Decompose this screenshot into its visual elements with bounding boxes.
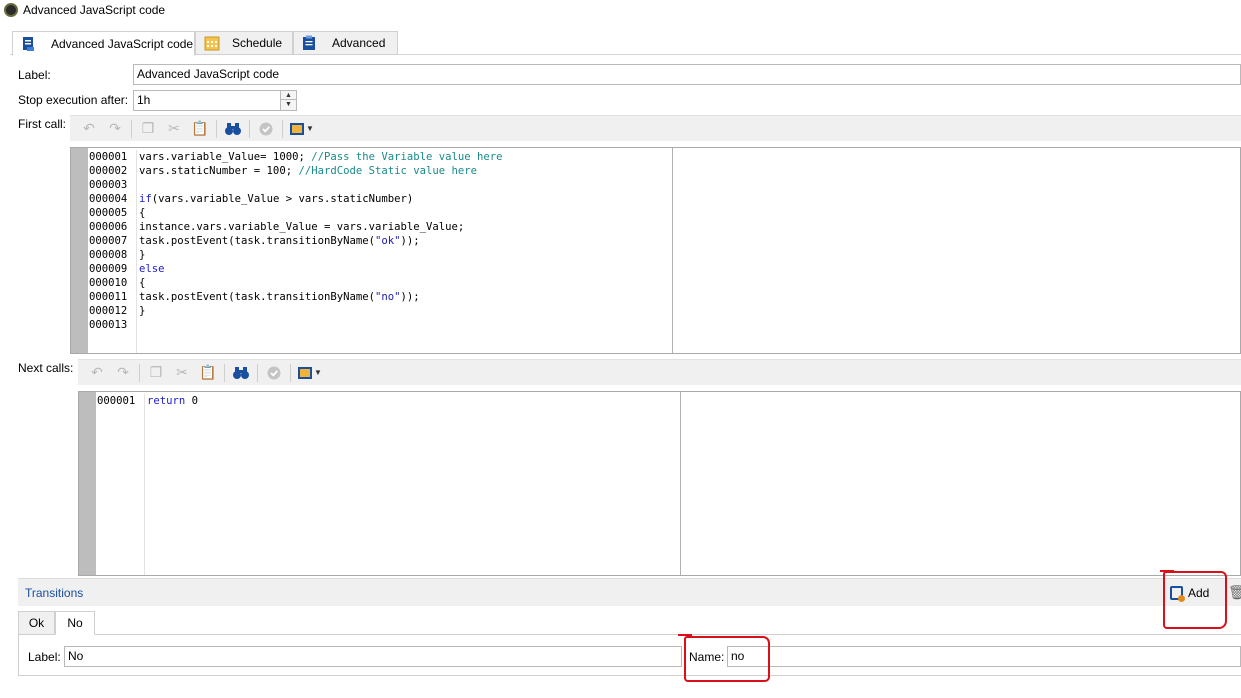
spin-up-icon[interactable]: ▲	[281, 91, 296, 100]
validate-check-icon[interactable]	[261, 362, 287, 384]
undo-icon[interactable]: ↶	[84, 362, 110, 384]
code-line: task.postEvent(task.transitionByName("ok…	[139, 235, 420, 247]
redo-icon[interactable]: ↷	[102, 118, 128, 140]
next-calls-caption: Next calls:	[18, 361, 74, 375]
tab-schedule[interactable]: Schedule	[195, 31, 293, 55]
code-line: vars.staticNumber = 100; //HardCode Stat…	[139, 165, 478, 177]
annotation-box-name	[684, 636, 770, 682]
first-call-toolbar: ↶ ↷ ❐ ✂ 📋 ▼	[70, 115, 1241, 141]
code-line: task.postEvent(task.transitionByName("no…	[139, 291, 420, 303]
editor-gutter	[79, 392, 96, 575]
copy-icon[interactable]: ❐	[143, 362, 169, 384]
code-line: return 0	[147, 395, 199, 407]
toolbar-separator	[290, 363, 291, 382]
subtab-ok[interactable]: Ok	[18, 611, 55, 635]
transition-label-input[interactable]: No	[64, 646, 682, 667]
code-line: else	[139, 263, 165, 275]
trash-icon[interactable]: 🗑	[1228, 584, 1241, 601]
validate-check-icon[interactable]	[253, 118, 279, 140]
cut-icon[interactable]: ✂	[169, 362, 195, 384]
transition-name-input[interactable]: no	[727, 646, 1241, 667]
calendar-icon	[204, 36, 220, 51]
clipboard-icon	[303, 35, 315, 50]
stop-execution-caption: Stop execution after:	[18, 93, 129, 107]
code-line: instance.vars.variable_Value = vars.vari…	[139, 221, 465, 233]
subtab-label: No	[67, 616, 83, 630]
subtab-no[interactable]: No	[55, 611, 95, 635]
line-numbers: 000001 000002 000003 000004 000005 000006 0000…	[89, 150, 137, 353]
transition-label-caption: Label:	[28, 650, 61, 664]
transitions-header	[18, 578, 1241, 606]
line-numbers: 000001	[97, 394, 145, 575]
cut-icon[interactable]: ✂	[161, 118, 187, 140]
code-line: {	[139, 277, 146, 289]
spin-down-icon[interactable]: ▼	[281, 100, 296, 109]
code-line: }	[139, 249, 146, 261]
duration-spinner[interactable]: ▲ ▼	[280, 90, 297, 111]
subtab-label: Ok	[28, 616, 45, 630]
tab-advanced-javascript-code[interactable]: Advanced JavaScript code	[12, 31, 195, 56]
next-calls-code[interactable]: return 0	[147, 394, 198, 408]
toolbar-separator	[216, 119, 217, 138]
editor-gutter	[71, 148, 88, 353]
app-icon	[4, 3, 18, 17]
annotation-box-add	[1163, 571, 1227, 629]
insert-dropdown[interactable]: ▼	[294, 362, 324, 384]
copy-icon[interactable]: ❐	[135, 118, 161, 140]
first-call-caption: First call:	[18, 117, 66, 131]
window-title: Advanced JavaScript code	[23, 3, 166, 17]
annotation-stroke	[678, 634, 692, 636]
title-bar	[0, 0, 1241, 22]
label-caption: Label:	[18, 68, 51, 82]
code-line: if(vars.variable_Value > vars.staticNumb…	[139, 193, 414, 205]
undo-icon[interactable]: ↶	[76, 118, 102, 140]
find-binoculars-icon[interactable]	[228, 362, 254, 384]
toolbar-separator	[131, 119, 132, 138]
toolbar-separator	[139, 363, 140, 382]
annotation-stroke	[1160, 570, 1174, 572]
editor-split-divider[interactable]	[672, 148, 673, 353]
insert-dropdown[interactable]: ▼	[286, 118, 316, 140]
first-call-editor[interactable]: 000001 000002 000003 000004 000005 000006 0000…	[70, 147, 1241, 354]
code-line: {	[139, 207, 146, 219]
insert-icon	[298, 366, 312, 379]
tab-label: Advanced JavaScript code	[51, 36, 194, 51]
editor-split-divider[interactable]	[680, 392, 681, 575]
next-calls-toolbar: ↶ ↷ ❐ ✂ 📋 ▼	[78, 359, 1241, 385]
paste-icon[interactable]: 📋	[195, 362, 221, 384]
toolbar-separator	[257, 363, 258, 382]
script-icon	[23, 36, 34, 51]
tab-advanced[interactable]: Advanced	[293, 31, 398, 55]
tab-label: Schedule	[232, 36, 283, 50]
tab-label: Advanced	[332, 36, 386, 50]
toolbar-separator	[224, 363, 225, 382]
toolbar-separator	[249, 119, 250, 138]
paste-icon[interactable]: 📋	[187, 118, 213, 140]
stop-execution-input[interactable]: 1h	[133, 90, 281, 111]
find-binoculars-icon[interactable]	[220, 118, 246, 140]
code-line: }	[139, 305, 146, 317]
redo-icon[interactable]: ↷	[110, 362, 136, 384]
insert-icon	[290, 122, 304, 135]
transitions-title: Transitions	[25, 586, 84, 600]
code-line: vars.variable_Value= 1000; //Pass the Va…	[139, 151, 503, 163]
next-calls-editor[interactable]: 000001 return 0	[78, 391, 1241, 576]
label-input[interactable]: Advanced JavaScript code	[133, 64, 1241, 85]
chevron-down-icon: ▼	[306, 124, 314, 133]
chevron-down-icon: ▼	[314, 368, 322, 377]
first-call-code[interactable]: vars.variable_Value= 1000; //Pass the Va…	[139, 150, 503, 332]
toolbar-separator	[282, 119, 283, 138]
